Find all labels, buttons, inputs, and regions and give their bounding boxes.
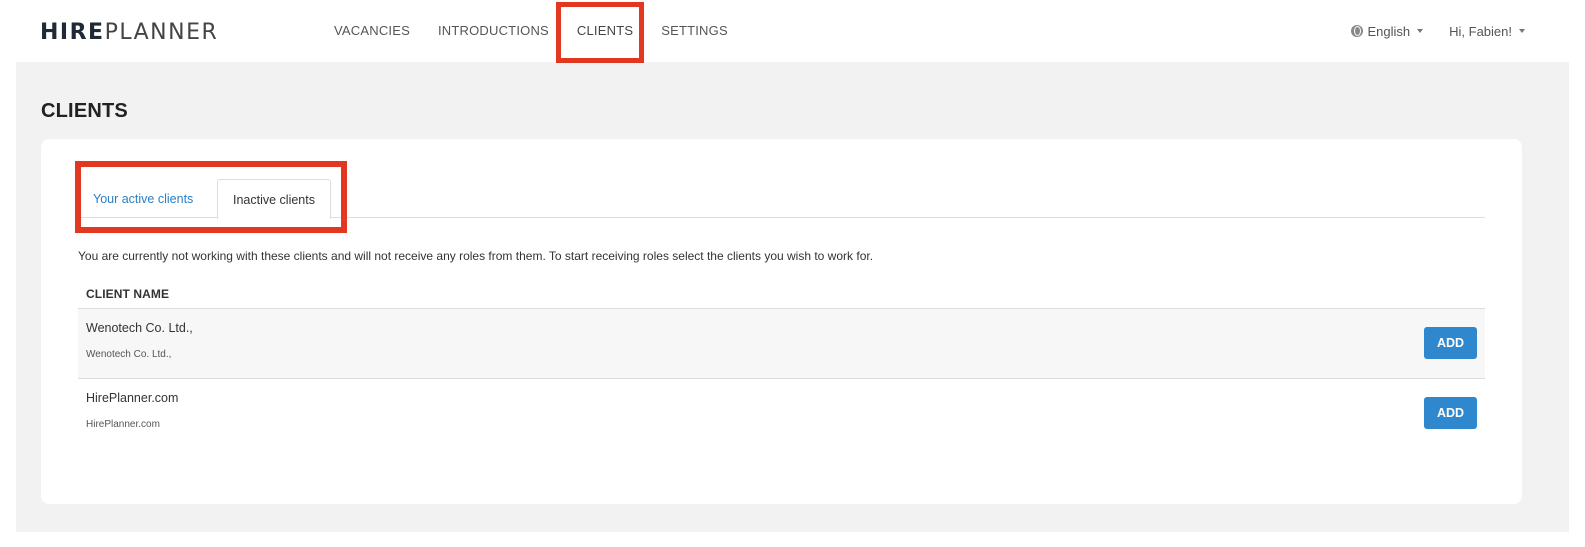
page-content: CLIENTS Your active clients Inactive cli… [16,62,1569,532]
main-nav: VACANCIES INTRODUCTIONS CLIENTS SETTINGS [320,0,742,62]
client-subtitle: HirePlanner.com [86,419,160,430]
client-name: Wenotech Co. Ltd., [86,321,193,335]
tab-inactive-clients[interactable]: Inactive clients [217,179,331,219]
clients-table: CLIENT NAME Wenotech Co. Ltd., Wenotech … [78,279,1485,449]
logo-planner-text: PLANNER [104,20,219,45]
add-client-button[interactable]: ADD [1424,397,1477,429]
user-greeting: Hi, Fabien! [1449,23,1512,39]
language-label: English [1367,23,1411,39]
table-row: Wenotech Co. Ltd., Wenotech Co. Ltd., AD… [78,309,1485,379]
nav-right: English Hi, Fabien! [1351,0,1525,62]
nav-introductions[interactable]: INTRODUCTIONS [424,0,563,62]
globe-icon [1351,25,1364,37]
caret-down-icon [1519,29,1525,33]
table-row: HirePlanner.com HirePlanner.com ADD [78,379,1485,449]
top-navbar: HIRE PLANNER VACANCIES INTRODUCTIONS CLI… [0,0,1585,62]
nav-clients[interactable]: CLIENTS [563,0,647,62]
user-menu-dropdown[interactable]: Hi, Fabien! [1449,24,1525,39]
client-tabs: Your active clients Inactive clients [78,179,1485,219]
tab-active-clients[interactable]: Your active clients [78,179,208,219]
client-subtitle: Wenotech Co. Ltd., [86,349,172,360]
logo-hire-text: HIRE [40,20,105,45]
caret-down-icon [1417,29,1424,33]
nav-settings[interactable]: SETTINGS [647,0,742,62]
add-client-button[interactable]: ADD [1424,327,1477,359]
hireplanner-logo[interactable]: HIRE PLANNER [40,20,218,46]
language-dropdown[interactable]: English [1351,23,1424,39]
column-header-client-name: CLIENT NAME [78,279,1485,309]
client-name: HirePlanner.com [86,391,179,405]
page-title: CLIENTS [41,100,128,122]
inactive-clients-notice: You are currently not working with these… [78,249,874,263]
clients-card: Your active clients Inactive clients You… [41,139,1522,504]
nav-vacancies[interactable]: VACANCIES [320,0,424,62]
